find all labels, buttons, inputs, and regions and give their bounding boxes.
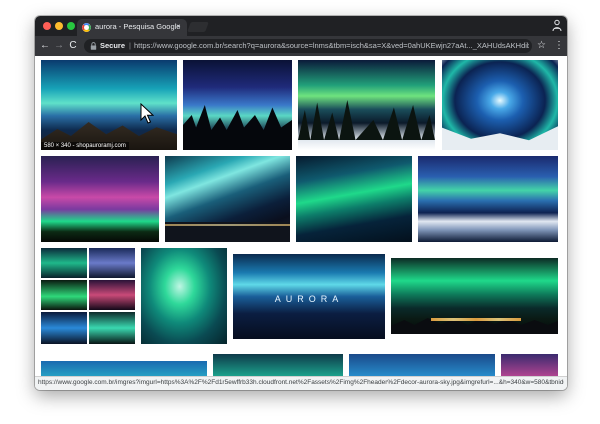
featured-image-title: AURORA [274, 294, 344, 304]
tab-close-icon[interactable]: × [176, 21, 181, 33]
address-bar[interactable]: Secure | https://www.google.com.br/searc… [84, 39, 532, 53]
new-tab-button[interactable] [187, 22, 209, 32]
image-result-5[interactable] [41, 156, 159, 242]
image-result-2[interactable] [183, 60, 292, 150]
maximize-window-button[interactable] [67, 22, 75, 30]
cursor-icon [140, 103, 154, 124]
google-favicon-icon [82, 23, 91, 32]
tab-bar: aurora - Pesquisa Google × [35, 16, 567, 36]
url-text[interactable]: https://www.google.com.br/search?q=auror… [134, 41, 529, 50]
image-result-4[interactable] [442, 60, 558, 150]
profile-icon[interactable] [552, 19, 562, 32]
status-bar: https://www.google.com.br/imgres?imgurl=… [35, 376, 567, 390]
minimize-window-button[interactable] [55, 22, 63, 30]
browser-toolbar: ← → C Secure | https://www.google.com.br… [35, 36, 567, 56]
image-result-10[interactable] [141, 248, 227, 344]
secure-label: Secure [100, 41, 126, 50]
image-result-9-collage[interactable] [41, 248, 135, 344]
back-icon[interactable]: ← [38, 39, 52, 53]
image-result-6[interactable] [165, 156, 290, 242]
status-url: https://www.google.com.br/imgres?imgurl=… [38, 379, 564, 386]
star-icon[interactable]: ☆ [537, 39, 546, 53]
url-separator: | [129, 41, 131, 50]
image-results-grid: 580 × 340 - shopauroramj.com AURORA http… [35, 56, 567, 390]
tab-aurora[interactable]: aurora - Pesquisa Google × [77, 19, 187, 36]
image-result-12[interactable] [391, 258, 558, 334]
browser-window: aurora - Pesquisa Google × ← → C Secure … [35, 16, 567, 390]
menu-icon[interactable]: ⋮ [554, 39, 564, 53]
tab-title: aurora - Pesquisa Google [95, 22, 181, 31]
image-result-3[interactable] [298, 60, 435, 150]
reload-icon[interactable]: C [66, 39, 80, 53]
image-result-11-featured[interactable]: AURORA [233, 254, 385, 339]
lock-icon [90, 42, 97, 50]
forward-icon[interactable]: → [52, 39, 66, 53]
close-window-button[interactable] [43, 22, 51, 30]
image-result-8[interactable] [418, 156, 558, 242]
image-result-1[interactable]: 580 × 340 - shopauroramj.com [41, 60, 177, 150]
image-dimensions-label: 580 × 340 - shopauroramj.com [41, 142, 129, 150]
image-result-7[interactable] [296, 156, 412, 242]
